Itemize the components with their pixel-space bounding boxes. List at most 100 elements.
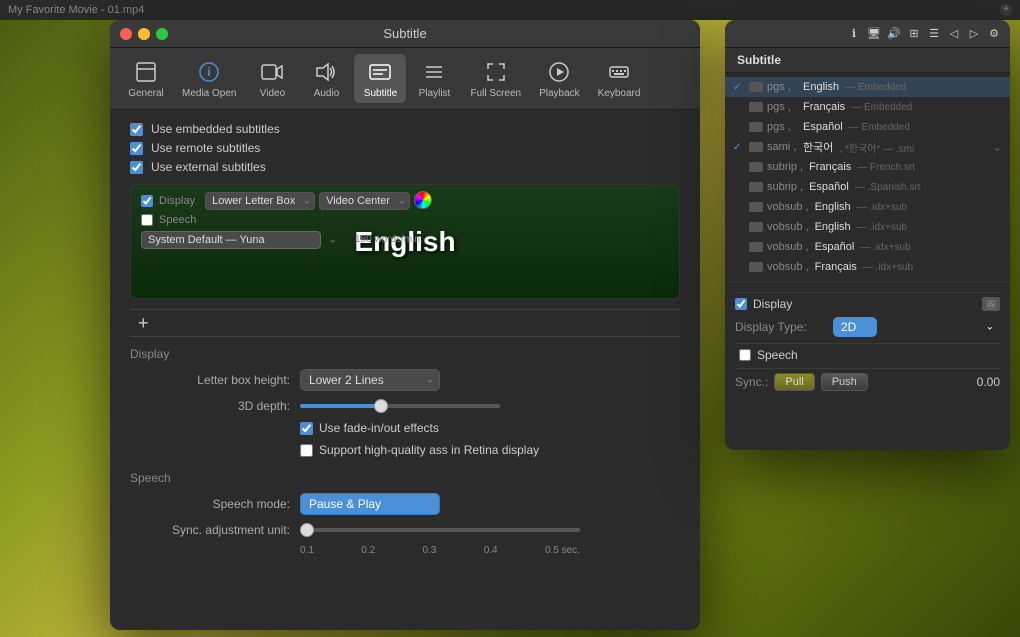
- audio-label: Audio: [314, 88, 340, 99]
- subtitle-type-icon-9: [749, 262, 763, 272]
- subtitle-item-0[interactable]: ✓ pgs , English — Embedded: [725, 77, 1010, 97]
- divider: [735, 292, 1000, 293]
- retina-checkbox[interactable]: [300, 444, 313, 457]
- subtitle-item-9[interactable]: vobsub , Français — .idx+sub: [725, 257, 1010, 277]
- maximize-button[interactable]: [156, 28, 168, 40]
- subtitle-item-7[interactable]: vobsub , English — .idx+sub: [725, 217, 1010, 237]
- preview-display-checkbox[interactable]: [141, 195, 153, 207]
- letter-box-dropdown[interactable]: Lower 2 Lines Lower 1 Line Lower 3 Lines: [300, 369, 440, 391]
- retina-label: Support high-quality ass in Retina displ…: [319, 443, 539, 457]
- toolbar-item-subtitle[interactable]: Subtitle: [354, 54, 406, 103]
- speech-section-title: Speech: [130, 471, 680, 485]
- subtitle-item-6[interactable]: vobsub , English — .idx+sub: [725, 197, 1010, 217]
- minimize-button[interactable]: [138, 28, 150, 40]
- panel-icon-video[interactable]: 🖥: [866, 26, 882, 42]
- subtitle-item-8[interactable]: vobsub , Español — .idx+sub: [725, 237, 1010, 257]
- close-button[interactable]: [120, 28, 132, 40]
- speech-row: Speech: [141, 214, 669, 226]
- subtitle-icon: [366, 58, 394, 86]
- subtitle-source-7: — .idx+sub: [857, 222, 907, 233]
- toolbar-item-video[interactable]: Video: [246, 54, 298, 103]
- subtitle-type-icon-2: [749, 122, 763, 132]
- speech-mode-dropdown[interactable]: Pause & Play Play Pause: [300, 493, 440, 515]
- app-add-button[interactable]: +: [1000, 4, 1012, 16]
- depth-control: [300, 404, 680, 408]
- panel-icon-grid[interactable]: ⊞: [906, 26, 922, 42]
- subtitle-lang-3: 한국어: [803, 139, 833, 155]
- panel-icon-prev[interactable]: ◁: [946, 26, 962, 42]
- keyboard-icon: [605, 58, 633, 86]
- right-speech-row: Speech: [735, 348, 1000, 362]
- depth-slider[interactable]: [300, 404, 500, 408]
- preview-speech-checkbox[interactable]: [141, 214, 153, 226]
- color-swatch[interactable]: [414, 191, 432, 209]
- panel-icon-audio[interactable]: 🔊: [886, 26, 902, 42]
- subtitle-type-icon-5: [749, 182, 763, 192]
- speech-mode-label: Speech mode:: [130, 497, 290, 511]
- subtitle-expand-3[interactable]: ⌄: [993, 141, 1002, 154]
- right-display-label: Display: [753, 297, 792, 311]
- subtitle-item-1[interactable]: pgs , Français — Embedded: [725, 97, 1010, 117]
- color-position-select[interactable]: Video Center Top of Video: [319, 192, 410, 210]
- subtitle-type-2: pgs ,: [767, 121, 797, 133]
- position-select[interactable]: Lower Letter Box Upper Letter Box Video …: [205, 192, 315, 210]
- window-title: Subtitle: [383, 26, 426, 41]
- panel-icon-settings[interactable]: ⚙: [986, 26, 1002, 42]
- subtitle-type-3: sami ,: [767, 141, 797, 153]
- subtitle-item-4[interactable]: subrip , Français — French.srt: [725, 157, 1010, 177]
- remote-subtitle-label: Use remote subtitles: [151, 141, 260, 155]
- panel-icon-next[interactable]: ▷: [966, 26, 982, 42]
- subtitle-type-6: vobsub ,: [767, 201, 809, 213]
- right-sync-row: Sync.: Pull Push 0.00: [735, 373, 1000, 391]
- display-type-select[interactable]: 2D 3D: [833, 317, 877, 337]
- display-row: Display Lower Letter Box Upper Letter Bo…: [141, 191, 669, 210]
- letter-box-label: Letter box height:: [130, 373, 290, 387]
- add-subtitle-button[interactable]: +: [130, 314, 157, 332]
- external-subtitle-checkbox[interactable]: [130, 161, 143, 174]
- toolbar-item-keyboard[interactable]: Keyboard: [590, 54, 649, 103]
- retina-row: Support high-quality ass in Retina displ…: [130, 443, 680, 457]
- subtitle-lang-1: Français: [803, 101, 845, 113]
- toolbar-item-playback[interactable]: Playback: [531, 54, 588, 103]
- subtitle-item-2[interactable]: pgs , Español — Embedded: [725, 117, 1010, 137]
- app-title-bar: My Favorite Movie - 01.mp4 +: [0, 0, 1020, 20]
- toolbar-item-playlist[interactable]: Playlist: [408, 54, 460, 103]
- divider3: [735, 368, 1000, 369]
- subtitle-type-4: subrip ,: [767, 161, 803, 173]
- image-icon[interactable]: 🖼: [982, 297, 1000, 311]
- embedded-subtitle-checkbox[interactable]: [130, 123, 143, 136]
- subtitle-type-icon-3: [749, 142, 763, 152]
- subtitle-item-5[interactable]: subrip , Español — .Spanish.srt: [725, 177, 1010, 197]
- right-display-checkbox[interactable]: [735, 298, 747, 310]
- sync-tick-labels: 0.1 0.2 0.3 0.4 0.5 sec.: [300, 545, 580, 556]
- right-panel-bottom: Display 🖼 Display Type: 2D 3D Speech Syn…: [725, 281, 1010, 397]
- sync-tick-3: 0.4: [484, 545, 498, 556]
- subtitle-lang-6: English: [815, 201, 851, 213]
- title-bar: Subtitle: [110, 20, 700, 48]
- sync-pull-button[interactable]: Pull: [774, 373, 814, 391]
- right-speech-checkbox[interactable]: [739, 349, 751, 361]
- toolbar-item-fullscreen[interactable]: Full Screen: [462, 54, 529, 103]
- subtitle-type-7: vobsub ,: [767, 221, 809, 233]
- subtitle-type-icon-7: [749, 222, 763, 232]
- panel-icon-list[interactable]: ☰: [926, 26, 942, 42]
- speech-voice-select[interactable]: System Default — Yuna Alex: [141, 231, 321, 249]
- toolbar-item-media-open[interactable]: i Media Open: [174, 54, 244, 103]
- subtitle-source-1: — Embedded: [851, 102, 912, 113]
- audio-icon: [312, 58, 340, 86]
- sync-adjust-slider[interactable]: [300, 528, 580, 532]
- speech-mode-control: Pause & Play Play Pause: [300, 493, 680, 515]
- subtitle-lang-0: English: [803, 81, 839, 93]
- playlist-icon: [420, 58, 448, 86]
- toolbar-item-general[interactable]: General: [120, 54, 172, 103]
- words-per-min-label: 180 words/min.: [355, 234, 423, 245]
- media-open-label: Media Open: [182, 88, 236, 99]
- subtitle-item-3[interactable]: ✓ sami , 한국어 , *한국어* — .smi ⌄: [725, 137, 1010, 157]
- color-position-select-wrapper: Video Center Top of Video: [319, 191, 410, 210]
- panel-icon-info[interactable]: ℹ: [846, 26, 862, 42]
- remote-subtitle-checkbox[interactable]: [130, 142, 143, 155]
- fade-checkbox[interactable]: [300, 422, 313, 435]
- display-section-title: Display: [130, 347, 680, 361]
- toolbar-item-audio[interactable]: Audio: [300, 54, 352, 103]
- sync-push-button[interactable]: Push: [821, 373, 868, 391]
